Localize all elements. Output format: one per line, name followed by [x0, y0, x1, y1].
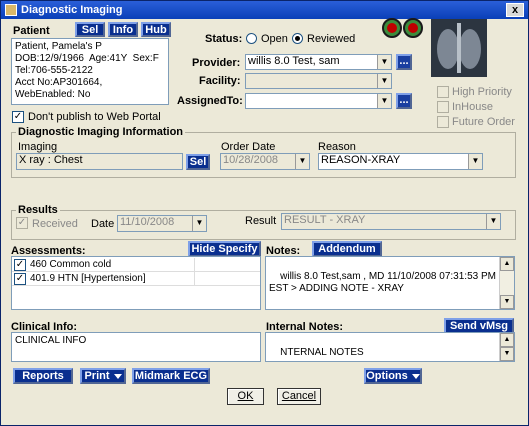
hide-specify-button[interactable]: Hide Specify — [188, 241, 261, 257]
midmark-ecg-button[interactable]: Midmark ECG — [132, 368, 210, 384]
dont-publish-checkbox[interactable]: ✓ — [12, 111, 24, 123]
status-label: Status: — [205, 33, 243, 45]
xray-thumbnail-image[interactable] — [431, 19, 487, 77]
ok-button[interactable]: OK — [227, 388, 264, 405]
clinical-info-text: CLINICAL INFO — [15, 335, 87, 346]
future-order-checkbox[interactable] — [437, 116, 449, 128]
chevron-down-icon: ▼ — [377, 55, 391, 69]
column-divider — [194, 258, 195, 272]
notes-scrollbar[interactable]: ▲ ▼ — [499, 257, 514, 309]
chevron-down-icon: ▼ — [486, 214, 500, 229]
dont-publish-label: Don't publish to Web Portal — [28, 111, 161, 123]
patient-label: Patient — [13, 25, 50, 37]
chevron-down-icon: ▼ — [192, 216, 206, 231]
imaging-label: Imaging — [18, 141, 58, 153]
app-icon — [5, 4, 17, 16]
chevron-down-icon — [113, 373, 122, 379]
reason-select[interactable]: REASON-XRAY ▼ — [318, 153, 483, 170]
received-checkbox[interactable]: ✓ — [16, 217, 28, 229]
window-title: Diagnostic Imaging — [21, 4, 123, 16]
print-label: Print — [84, 370, 110, 382]
result-select[interactable]: RESULT - XRAY ▼ — [281, 213, 501, 230]
clinical-info-textarea[interactable]: CLINICAL INFO — [11, 332, 261, 362]
received-label: Received — [32, 218, 78, 230]
diagnostic-imaging-window: Diagnostic Imaging x Patient Sel Info Hu… — [0, 0, 529, 426]
result-value: RESULT - XRAY — [284, 214, 366, 226]
result-date-field[interactable]: 11/10/2008 ▼ — [117, 215, 207, 232]
scroll-down-icon[interactable]: ▼ — [500, 347, 514, 361]
chevron-down-icon: ▼ — [377, 94, 391, 108]
scroll-up-icon[interactable]: ▲ — [500, 333, 514, 347]
cancel-button[interactable]: Cancel — [277, 388, 321, 405]
status-reviewed-label: Reviewed — [307, 33, 356, 45]
inhouse-checkbox[interactable] — [437, 101, 449, 113]
facility-select[interactable]: ▼ — [245, 73, 392, 89]
info-button[interactable]: Info — [108, 22, 138, 37]
result-label: Result — [245, 215, 277, 227]
assessment-checkbox[interactable]: ✓ — [14, 273, 26, 285]
imaging-sel-button[interactable]: Sel — [186, 154, 210, 170]
reason-value: REASON-XRAY — [321, 154, 401, 166]
high-priority-checkbox[interactable] — [437, 86, 449, 98]
column-divider — [194, 272, 195, 286]
provider-value: willis 8.0 Test, sam — [248, 55, 340, 67]
internal-notes-text: NTERNAL NOTES — [280, 347, 364, 358]
imaging-info-title: Diagnostic Imaging Information — [16, 126, 186, 138]
scroll-up-icon[interactable]: ▲ — [500, 257, 514, 271]
order-date-label: Order Date — [221, 141, 276, 153]
close-button[interactable]: x — [506, 3, 524, 17]
status-light-icon — [403, 18, 423, 38]
status-light-icon — [382, 18, 402, 38]
table-row[interactable]: ✓ 401.9 HTN [Hypertension] — [12, 272, 260, 286]
title-bar: Diagnostic Imaging x — [1, 1, 528, 19]
sel-patient-button[interactable]: Sel — [75, 22, 105, 37]
internal-notes-textarea[interactable]: NTERNAL NOTES ▲ ▼ — [265, 332, 515, 362]
print-button[interactable]: Print — [80, 368, 126, 384]
assessment-text: 401.9 HTN [Hypertension] — [30, 273, 146, 284]
status-reviewed-radio[interactable] — [292, 33, 303, 44]
internal-notes-scrollbar[interactable]: ▲ ▼ — [499, 333, 514, 361]
order-date-value: 10/28/2008 — [223, 154, 279, 166]
assigned-lookup-button[interactable]: ... — [396, 93, 412, 109]
status-open-radio[interactable] — [246, 33, 257, 44]
assigned-to-label: AssignedTo: — [177, 95, 243, 107]
assessment-checkbox[interactable]: ✓ — [14, 259, 26, 271]
notes-text: willis 8.0 Test,sam , MD 11/10/2008 07:3… — [269, 271, 496, 294]
high-priority-label: High Priority — [452, 86, 512, 98]
options-button[interactable]: Options — [364, 368, 422, 384]
results-title: Results — [16, 204, 60, 216]
cancel-label: Cancel — [281, 390, 317, 402]
ok-label: OK — [237, 390, 254, 402]
inhouse-label: InHouse — [452, 101, 493, 113]
assessments-table: ✓ 460 Common cold ✓ 401.9 HTN [Hypertens… — [11, 256, 261, 310]
reports-button[interactable]: Reports — [13, 368, 73, 384]
notes-textarea[interactable]: willis 8.0 Test,sam , MD 11/10/2008 07:3… — [265, 256, 515, 310]
hub-button[interactable]: Hub — [141, 22, 171, 37]
chevron-down-icon: ▼ — [468, 154, 482, 169]
assessment-text: 460 Common cold — [30, 259, 112, 270]
result-date-value: 11/10/2008 — [120, 216, 175, 228]
status-open-label: Open — [261, 33, 288, 45]
chevron-down-icon: ▼ — [377, 74, 391, 88]
scroll-down-icon[interactable]: ▼ — [500, 295, 514, 309]
provider-select[interactable]: willis 8.0 Test, sam ▼ — [245, 54, 392, 70]
date-label: Date — [91, 218, 115, 230]
assigned-to-select[interactable]: ▼ — [245, 93, 392, 109]
facility-label: Facility: — [199, 75, 241, 87]
provider-lookup-button[interactable]: ... — [396, 54, 412, 70]
chevron-down-icon — [411, 373, 420, 379]
table-row[interactable]: ✓ 460 Common cold — [12, 258, 260, 272]
addendum-button[interactable]: Addendum — [312, 241, 382, 257]
future-order-label: Future Order — [452, 116, 515, 128]
order-date-field[interactable]: 10/28/2008 ▼ — [220, 153, 310, 170]
provider-label: Provider: — [192, 57, 241, 69]
reason-label: Reason — [318, 141, 356, 153]
patient-info-box: Patient, Pamela's P DOB:12/9/1966 Age:41… — [11, 38, 169, 105]
chevron-down-icon: ▼ — [295, 154, 309, 169]
imaging-field: X ray : Chest — [16, 153, 183, 170]
options-label: Options — [366, 370, 408, 382]
